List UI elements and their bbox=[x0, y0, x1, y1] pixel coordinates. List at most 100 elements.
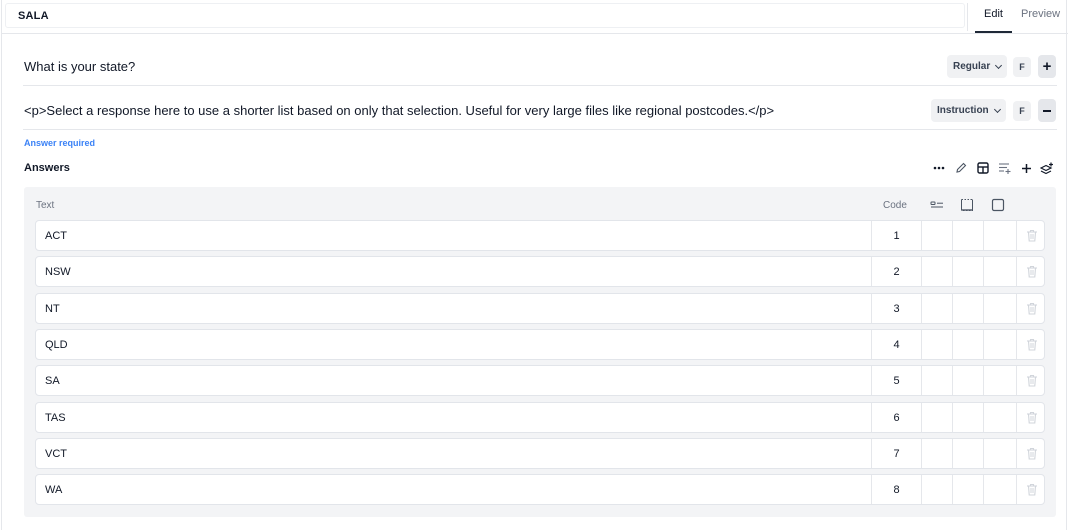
answer-text[interactable]: ACT bbox=[45, 230, 67, 242]
answer-code[interactable]: 1 bbox=[871, 221, 921, 250]
editor-panel: SALA Edit Preview What is your state? Re… bbox=[1, 0, 1068, 530]
option-cell[interactable] bbox=[921, 403, 952, 432]
chevron-down-icon bbox=[995, 61, 1003, 69]
option-cell[interactable] bbox=[921, 221, 952, 250]
table-row[interactable]: WA 8 bbox=[35, 474, 1045, 505]
plus-icon: + bbox=[1042, 58, 1052, 75]
table-row[interactable]: SA 5 bbox=[35, 365, 1045, 396]
more-icon[interactable] bbox=[931, 160, 947, 176]
option-cell[interactable] bbox=[952, 475, 983, 504]
answer-code[interactable]: 6 bbox=[871, 403, 921, 432]
answer-text[interactable]: QLD bbox=[45, 339, 68, 351]
instruction-type-select[interactable]: Instruction bbox=[931, 99, 1006, 122]
trash-icon bbox=[1026, 411, 1037, 424]
option-cell[interactable] bbox=[952, 294, 983, 323]
instruction-text[interactable]: <p>Select a response here to use a short… bbox=[24, 103, 774, 118]
table-row[interactable]: NT 3 bbox=[35, 293, 1045, 324]
divider bbox=[23, 85, 1057, 86]
delete-row-button[interactable] bbox=[1016, 221, 1046, 250]
dotted-box-icon[interactable] bbox=[960, 198, 974, 212]
tab-edit[interactable]: Edit bbox=[984, 8, 1003, 20]
delete-row-button[interactable] bbox=[1016, 257, 1046, 286]
page-title: SALA bbox=[18, 10, 49, 22]
toggle-columns-icon[interactable] bbox=[930, 198, 944, 212]
question-text[interactable]: What is your state? bbox=[24, 59, 135, 74]
option-cell[interactable] bbox=[983, 439, 1014, 468]
answer-text[interactable]: SA bbox=[45, 375, 60, 387]
list-add-icon[interactable] bbox=[997, 160, 1013, 176]
question-type-label: Regular bbox=[953, 61, 991, 72]
answer-text[interactable]: WA bbox=[45, 484, 62, 496]
answer-code[interactable]: 8 bbox=[871, 475, 921, 504]
table-row[interactable]: ACT 1 bbox=[35, 220, 1045, 251]
table-row[interactable]: TAS 6 bbox=[35, 402, 1045, 433]
option-cell[interactable] bbox=[983, 221, 1014, 250]
table-row[interactable]: QLD 4 bbox=[35, 329, 1045, 360]
option-cell[interactable] bbox=[921, 475, 952, 504]
delete-row-button[interactable] bbox=[1016, 475, 1046, 504]
layout-icon[interactable] bbox=[975, 160, 991, 176]
chevron-down-icon bbox=[993, 105, 1001, 113]
divider bbox=[967, 3, 968, 31]
column-header-text: Text bbox=[36, 200, 55, 211]
option-cell[interactable] bbox=[921, 330, 952, 359]
add-question-button[interactable]: + bbox=[1038, 55, 1056, 78]
checkbox-icon[interactable] bbox=[991, 198, 1005, 212]
instruction-type-label: Instruction bbox=[937, 105, 989, 116]
delete-row-button[interactable] bbox=[1016, 403, 1046, 432]
layers-add-icon[interactable] bbox=[1039, 160, 1055, 176]
option-cell[interactable] bbox=[952, 221, 983, 250]
option-cell[interactable] bbox=[983, 330, 1014, 359]
option-cell[interactable] bbox=[983, 366, 1014, 395]
trash-icon bbox=[1026, 483, 1037, 496]
answer-text[interactable]: NT bbox=[45, 303, 60, 315]
trash-icon bbox=[1026, 338, 1037, 351]
option-cell[interactable] bbox=[921, 439, 952, 468]
option-cell[interactable] bbox=[983, 475, 1014, 504]
minus-icon bbox=[1043, 109, 1051, 112]
answer-text[interactable]: TAS bbox=[45, 412, 66, 424]
title-field[interactable]: SALA bbox=[5, 3, 965, 28]
table-row[interactable]: VCT 7 bbox=[35, 438, 1045, 469]
option-cell[interactable] bbox=[952, 439, 983, 468]
answer-text[interactable]: VCT bbox=[45, 448, 67, 460]
answer-code[interactable]: 7 bbox=[871, 439, 921, 468]
table-row[interactable]: NSW 2 bbox=[35, 256, 1045, 287]
active-tab-indicator bbox=[975, 31, 1012, 33]
trash-icon bbox=[1026, 265, 1037, 278]
answer-code[interactable]: 4 bbox=[871, 330, 921, 359]
column-header-code: Code bbox=[883, 200, 907, 211]
option-cell[interactable] bbox=[983, 257, 1014, 286]
answer-text[interactable]: NSW bbox=[45, 266, 71, 278]
trash-icon bbox=[1026, 302, 1037, 315]
option-cell[interactable] bbox=[983, 294, 1014, 323]
pencil-icon[interactable] bbox=[953, 160, 969, 176]
header-bar: SALA Edit Preview bbox=[2, 0, 1068, 34]
plus-icon[interactable] bbox=[1018, 160, 1034, 176]
answers-title: Answers bbox=[24, 162, 70, 174]
delete-row-button[interactable] bbox=[1016, 330, 1046, 359]
option-cell[interactable] bbox=[952, 366, 983, 395]
delete-row-button[interactable] bbox=[1016, 366, 1046, 395]
divider bbox=[23, 129, 1057, 130]
tab-preview[interactable]: Preview bbox=[1021, 8, 1060, 20]
delete-row-button[interactable] bbox=[1016, 439, 1046, 468]
answer-code[interactable]: 3 bbox=[871, 294, 921, 323]
option-cell[interactable] bbox=[952, 257, 983, 286]
option-cell[interactable] bbox=[983, 403, 1014, 432]
question-type-select[interactable]: Regular bbox=[947, 55, 1008, 78]
answer-required-link[interactable]: Answer required bbox=[24, 138, 95, 148]
trash-icon bbox=[1026, 447, 1037, 460]
answer-code[interactable]: 2 bbox=[871, 257, 921, 286]
option-cell[interactable] bbox=[952, 330, 983, 359]
option-cell[interactable] bbox=[921, 366, 952, 395]
answer-code[interactable]: 5 bbox=[871, 366, 921, 395]
trash-icon bbox=[1026, 374, 1037, 387]
option-cell[interactable] bbox=[921, 257, 952, 286]
remove-instruction-button[interactable] bbox=[1038, 99, 1056, 122]
option-cell[interactable] bbox=[952, 403, 983, 432]
instruction-f-button[interactable]: F bbox=[1013, 101, 1031, 121]
delete-row-button[interactable] bbox=[1016, 294, 1046, 323]
option-cell[interactable] bbox=[921, 294, 952, 323]
question-f-button[interactable]: F bbox=[1013, 57, 1031, 77]
